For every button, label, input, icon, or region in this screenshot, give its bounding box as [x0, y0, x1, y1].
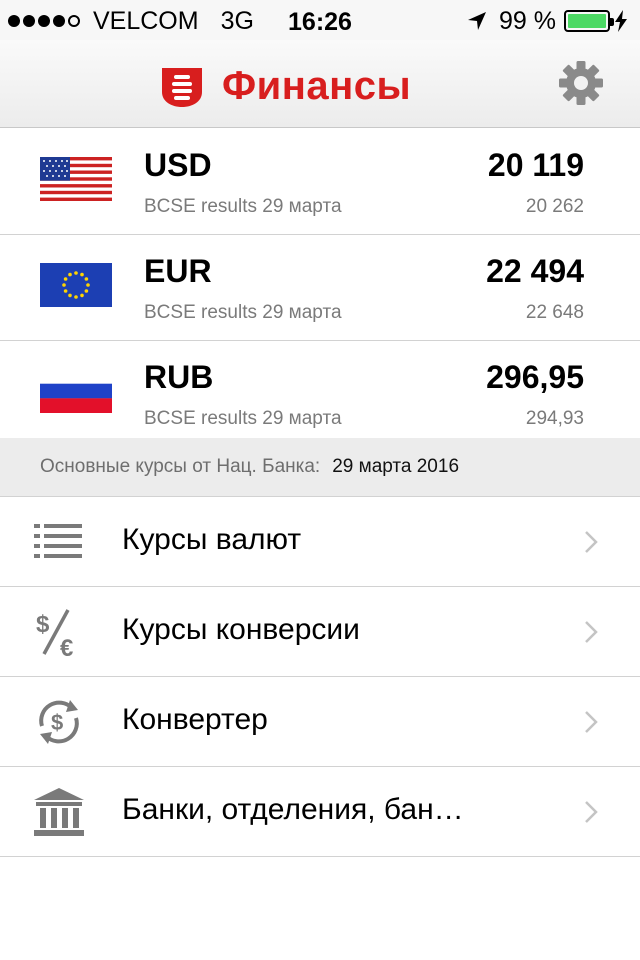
rate-value: 22 494: [486, 253, 584, 289]
nbrb-rates-info: Основные курсы от Нац. Банка: 29 марта 2…: [0, 438, 640, 496]
rate-row-eur[interactable]: EUR BCSE results 29 марта 22 494 22 648: [0, 235, 640, 341]
main-menu: Курсы валют $ € Курсы конверсии $ Конвер…: [0, 496, 640, 857]
menu-item-label: Курсы валют: [122, 523, 302, 556]
rate-value: 20 119: [487, 147, 584, 183]
app-header: Финансы: [160, 64, 411, 109]
nbrb-date: 29 марта 2016: [332, 456, 460, 477]
eu-flag-icon: [40, 263, 112, 307]
status-right: 99 %: [467, 7, 628, 35]
rate-previous-value: 20 262: [525, 196, 584, 217]
menu-item-banks[interactable]: Банки, отделения, бан…: [0, 767, 640, 857]
rate-value: 296,95: [486, 359, 584, 395]
battery-level: [568, 14, 606, 28]
list-icon: [34, 524, 82, 558]
rate-source: BCSE results 29 марта: [144, 302, 342, 323]
menu-item-label: Курсы конверсии: [122, 613, 360, 646]
usa-flag-icon: [40, 157, 112, 201]
currency-code: EUR: [144, 253, 212, 289]
nav-bar: Финансы: [0, 40, 640, 128]
menu-item-label: Банки, отделения, бан…: [122, 793, 464, 826]
rate-source: BCSE results 29 марта: [144, 408, 342, 429]
battery-icon: [564, 10, 614, 32]
menu-item-conversion-rates[interactable]: $ € Курсы конверсии: [0, 587, 640, 677]
page-title: Финансы: [222, 64, 412, 108]
menu-item-converter[interactable]: $ Конвертер: [0, 677, 640, 767]
rate-previous-value: 22 648: [525, 302, 584, 323]
svg-text:$: $: [36, 611, 50, 638]
finance-logo-icon: [162, 67, 202, 107]
rate-row-rub[interactable]: RUB BCSE results 29 марта 296,95 294,93: [0, 341, 640, 447]
chevron-right-icon: [585, 531, 598, 553]
status-bar: VELCOM 3G 16:26 99 %: [0, 0, 640, 40]
dollar-euro-icon: $ €: [36, 609, 73, 658]
svg-text:$: $: [51, 710, 63, 735]
nbrb-label: Основные курсы от Нац. Банка:: [40, 456, 321, 477]
chevron-right-icon: [585, 621, 598, 643]
gear-icon[interactable]: [558, 60, 604, 106]
rates-list: USD BCSE results 29 марта 20 119 20 262 …: [0, 129, 640, 447]
menu-item-exchange-rates[interactable]: Курсы валют: [0, 497, 640, 587]
rate-previous-value: 294,93: [525, 408, 584, 429]
chevron-right-icon: [585, 801, 598, 823]
rate-row-usd[interactable]: USD BCSE results 29 марта 20 119 20 262: [0, 129, 640, 235]
location-arrow-icon: [468, 12, 487, 30]
bank-icon: [34, 788, 84, 836]
currency-exchange-icon: $: [39, 700, 79, 744]
currency-code: RUB: [144, 359, 214, 395]
svg-text:€: €: [60, 635, 73, 658]
chevron-right-icon: [585, 711, 598, 733]
menu-item-label: Конвертер: [122, 703, 268, 736]
currency-code: USD: [144, 147, 212, 183]
charging-bolt-icon: [615, 10, 627, 32]
battery-percentage: 99 %: [499, 6, 556, 35]
rate-source: BCSE results 29 марта: [144, 196, 342, 217]
russia-flag-icon: [40, 369, 112, 413]
